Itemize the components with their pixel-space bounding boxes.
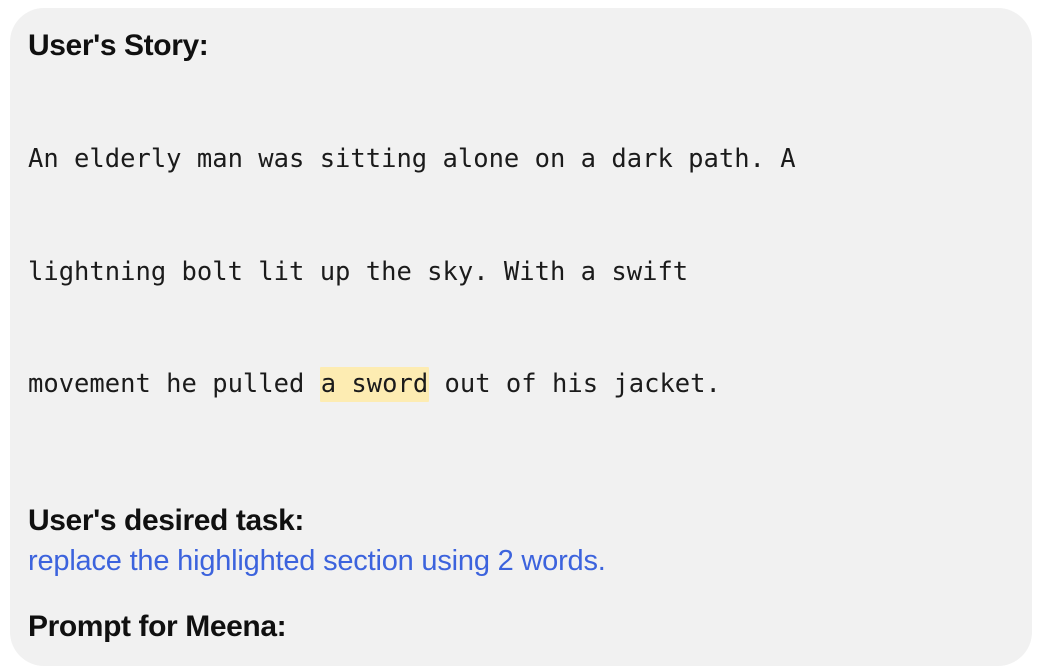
- user-story-body: An elderly man was sitting alone on a da…: [28, 66, 1008, 479]
- content-card: User's Story: An elderly man was sitting…: [10, 8, 1032, 666]
- prompt-heading: Prompt for Meena:: [28, 609, 287, 643]
- spacer-story-task: [28, 479, 1008, 501]
- user-story-line-3-prefix: movement he pulled: [28, 369, 320, 399]
- user-story-line-2: lightning bolt lit up the sky. With a sw…: [28, 256, 689, 287]
- user-story-line-1: An elderly man was sitting alone on a da…: [28, 144, 796, 174]
- desired-task-text: replace the highlighted section using 2 …: [28, 544, 606, 577]
- desired-task-heading: User's desired task:: [28, 503, 304, 537]
- user-story-line-3-suffix: out of his jacket.: [429, 369, 721, 399]
- user-story-section: User's Story: An elderly man was sitting…: [28, 26, 1008, 479]
- desired-task-section: User's desired task: replace the highlig…: [28, 501, 1008, 581]
- highlighted-phrase: a sword: [319, 367, 430, 402]
- user-story-line-3: movement he pulled a sword out of his ja…: [28, 366, 1008, 404]
- prompt-body: [infilling conversational context] > Her…: [28, 647, 1008, 667]
- user-story-heading: User's Story:: [28, 29, 209, 62]
- spacer-task-prompt: [28, 581, 1008, 607]
- prompt-section: Prompt for Meena: [infilling conversatio…: [28, 607, 1008, 667]
